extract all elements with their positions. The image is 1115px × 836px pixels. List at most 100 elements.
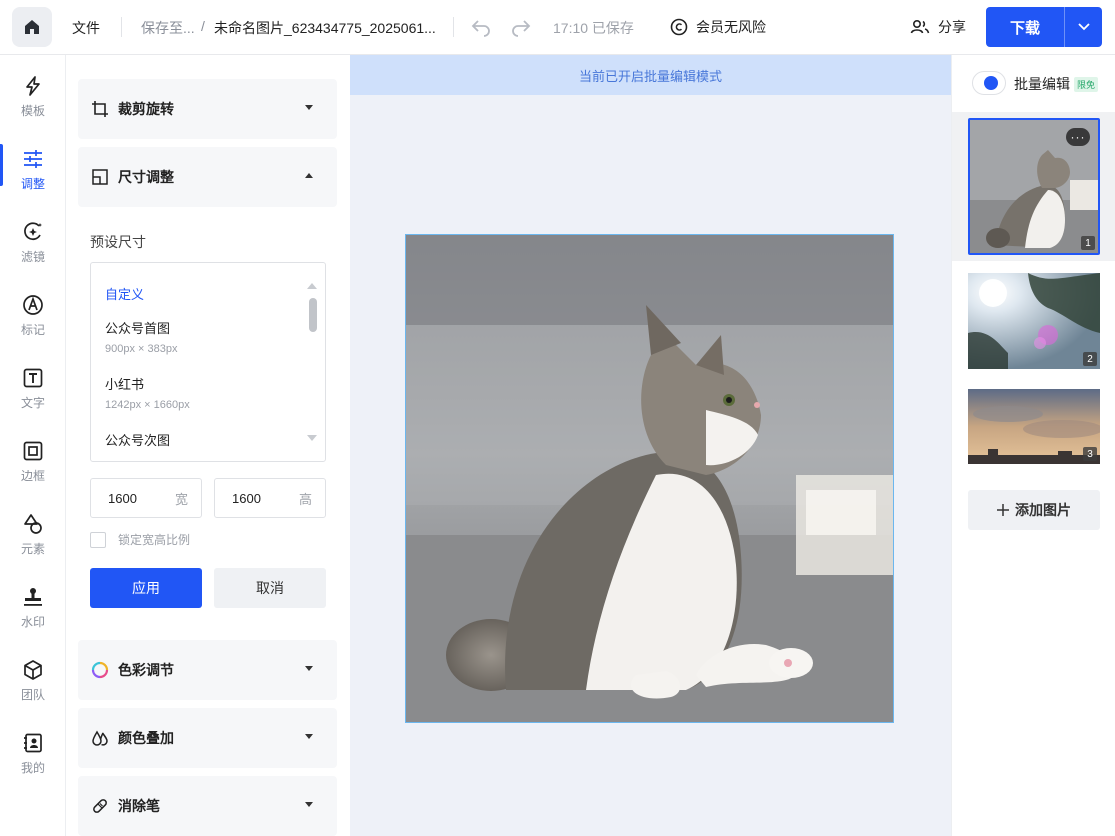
- share-button[interactable]: 分享: [910, 17, 966, 37]
- canvas-area: 当前已开启批量编辑模式: [350, 55, 951, 836]
- file-name[interactable]: 未命名图片_623434775_2025061...: [214, 18, 436, 38]
- cancel-button[interactable]: 取消: [214, 568, 326, 608]
- download-label: 下载: [1009, 19, 1040, 37]
- preset-custom[interactable]: 自定义: [105, 284, 144, 303]
- section-title: 消除笔: [118, 798, 160, 814]
- divider: [121, 17, 122, 37]
- section-title: 裁剪旋转: [118, 101, 174, 117]
- nav-mark[interactable]: 标记: [0, 286, 66, 348]
- nav-label: 团队: [20, 688, 45, 702]
- free-badge: 限免: [1074, 77, 1099, 92]
- nav-label: 模板: [20, 104, 45, 118]
- nav-watermark[interactable]: 水印: [0, 578, 66, 640]
- lock-ratio-checkbox[interactable]: [90, 531, 106, 548]
- chevron-down-icon: [1077, 23, 1090, 31]
- text-T-icon: [23, 368, 43, 388]
- scrollbar-thumb[interactable]: [309, 298, 317, 332]
- nav-elements[interactable]: 元素: [0, 505, 66, 567]
- stamp-icon: [24, 588, 42, 606]
- nav-mine[interactable]: 我的: [0, 724, 66, 786]
- save-to-link[interactable]: 保存至...: [141, 18, 195, 38]
- apply-button[interactable]: 应用: [90, 568, 202, 608]
- sunset-sky-thumbnail-image: [968, 389, 1100, 464]
- vip-no-risk[interactable]: 会员无风险: [670, 17, 766, 37]
- resize-icon: [92, 169, 108, 185]
- left-nav: 模板 调整 滤镜 标记 文字 边框 元素 水印 团队 我的: [0, 55, 66, 836]
- chevron-down-icon: [305, 666, 313, 671]
- sliders-icon: [24, 150, 42, 168]
- home-button[interactable]: [12, 7, 52, 47]
- crop-icon: [92, 101, 108, 117]
- nav-text[interactable]: 文字: [0, 359, 66, 421]
- batch-panel: 批量编辑 限免 ··· 1 2 3 添加图片: [951, 55, 1115, 836]
- batch-edit-toggle[interactable]: [972, 71, 1006, 95]
- preset-name: 自定义: [105, 287, 145, 302]
- redo-icon[interactable]: [510, 15, 532, 37]
- width-input[interactable]: 1600 宽: [90, 478, 202, 518]
- main-photo-kitten[interactable]: [405, 234, 894, 723]
- preset-xiaohongshu[interactable]: 小红书 1242px × 1660px: [105, 374, 190, 411]
- nav-label: 调整: [20, 177, 45, 191]
- width-unit: 宽: [174, 491, 188, 507]
- home-icon: [25, 20, 39, 34]
- shapes-icon: [24, 514, 42, 534]
- preset-wechat-cover[interactable]: 公众号首图 900px × 383px: [105, 318, 177, 355]
- thumbnail-3[interactable]: 3: [968, 389, 1100, 464]
- bandage-icon: [93, 799, 107, 813]
- nav-label: 元素: [20, 542, 45, 556]
- nav-label: 滤镜: [20, 250, 45, 264]
- pen-nib-icon: [23, 295, 43, 315]
- nav-label: 文字: [20, 396, 45, 410]
- batch-edit-label: 批量编辑: [1014, 76, 1070, 92]
- batch-mode-banner: 当前已开启批量编辑模式: [350, 55, 951, 95]
- section-resize[interactable]: 尺寸调整: [78, 147, 337, 207]
- undo-icon[interactable]: [470, 15, 492, 37]
- frame-icon: [23, 441, 43, 461]
- copyright-icon: [670, 18, 688, 36]
- top-bar: 文件 保存至... / 未命名图片_623434775_2025061... 1…: [0, 0, 1115, 55]
- download-button[interactable]: 下载: [986, 7, 1102, 47]
- add-image-label: 添加图片: [1015, 502, 1071, 518]
- nav-filters[interactable]: 滤镜: [0, 213, 66, 275]
- thumbnail-number: 3: [1083, 447, 1097, 461]
- preset-name: 小红书: [105, 377, 145, 392]
- adjust-panel: 裁剪旋转 尺寸调整 预设尺寸 自定义 公众号首图 900px × 383px 小…: [66, 55, 350, 836]
- preset-wechat-secondary[interactable]: 公众号次图: [105, 430, 170, 449]
- nav-label: 标记: [20, 323, 45, 337]
- section-color-overlay[interactable]: 颜色叠加: [78, 708, 337, 768]
- section-crop-rotate[interactable]: 裁剪旋转: [78, 79, 337, 139]
- scroll-down-arrow[interactable]: [307, 435, 317, 441]
- save-status: 17:10 已保存: [553, 20, 634, 36]
- chevron-down-icon: [305, 802, 313, 807]
- height-input[interactable]: 1600 高: [214, 478, 326, 518]
- preset-size-list[interactable]: 自定义 公众号首图 900px × 383px 小红书 1242px × 166…: [90, 262, 326, 462]
- nav-team[interactable]: 团队: [0, 651, 66, 713]
- thumbnail-1[interactable]: ··· 1: [968, 118, 1100, 255]
- section-title: 颜色叠加: [118, 730, 174, 746]
- lightning-icon: [26, 76, 40, 96]
- more-options-button[interactable]: ···: [1066, 128, 1090, 146]
- plus-icon: [997, 504, 1009, 516]
- preset-size: 1242px × 1660px: [105, 399, 190, 411]
- thumbnail-2[interactable]: 2: [968, 273, 1100, 369]
- lock-ratio-option[interactable]: 锁定宽高比例: [90, 531, 190, 548]
- download-options-button[interactable]: [1065, 23, 1102, 31]
- toggle-knob: [984, 76, 998, 90]
- section-eraser[interactable]: 消除笔: [78, 776, 337, 836]
- cube-icon: [24, 660, 42, 680]
- nav-adjust[interactable]: 调整: [0, 140, 66, 202]
- nav-label: 我的: [20, 761, 45, 775]
- section-title: 尺寸调整: [118, 169, 174, 185]
- add-image-button[interactable]: 添加图片: [968, 490, 1100, 530]
- thumbnail-number: 1: [1081, 236, 1095, 250]
- vip-label: 会员无风险: [696, 19, 766, 35]
- thumbnail-number: 2: [1083, 352, 1097, 366]
- nav-templates[interactable]: 模板: [0, 67, 66, 129]
- section-color-adjust[interactable]: 色彩调节: [78, 640, 337, 700]
- chevron-down-icon: [305, 734, 313, 739]
- file-menu[interactable]: 文件: [72, 18, 100, 38]
- chevron-up-icon: [305, 173, 313, 178]
- scroll-up-arrow[interactable]: [307, 283, 317, 289]
- nav-frame[interactable]: 边框: [0, 432, 66, 494]
- filter-sparkle-icon: [24, 222, 42, 241]
